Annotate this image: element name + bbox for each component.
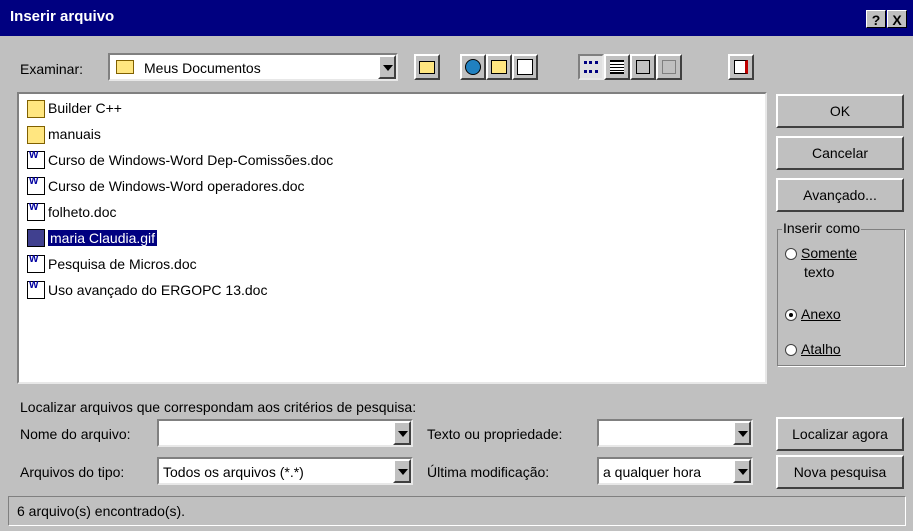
folder-icon	[116, 60, 134, 74]
look-in-favorites-button[interactable]	[486, 54, 512, 80]
up-folder-icon	[419, 60, 435, 74]
look-in-label: Examinar:	[20, 61, 84, 77]
list-item[interactable]: folheto.doc	[27, 200, 117, 224]
file-type-dropdown[interactable]: Todos os arquivos (*.*)	[157, 457, 413, 485]
word-doc-icon	[27, 202, 45, 221]
word-doc-icon	[27, 280, 45, 299]
title-bar: Inserir arquivo ? X	[0, 0, 913, 36]
details-view-button[interactable]	[604, 54, 630, 80]
last-modified-dropdown[interactable]: a qualquer hora	[597, 457, 753, 485]
file-name: Pesquisa de Micros.doc	[48, 256, 197, 272]
file-name: Curso de Windows-Word Dep-Comissões.doc	[48, 152, 334, 168]
last-modified-value: a qualquer hora	[603, 464, 702, 480]
help-button[interactable]: ?	[866, 10, 886, 28]
add-favorite-icon	[517, 59, 533, 75]
chevron-down-icon[interactable]	[378, 55, 396, 79]
radio-text-only-label-line2: texto	[804, 264, 835, 280]
up-one-level-button[interactable]	[414, 54, 440, 80]
radio-selected-icon	[785, 309, 797, 322]
file-name: Uso avançado do ERGOPC 13.doc	[48, 282, 268, 298]
radio-attachment-label: Anexo	[801, 306, 841, 322]
text-property-field[interactable]	[597, 419, 753, 447]
cancel-button[interactable]: Cancelar	[776, 136, 904, 170]
look-in-dropdown[interactable]: Meus Documentos	[108, 53, 398, 81]
file-name: Builder C++	[48, 100, 122, 116]
chevron-down-icon[interactable]	[733, 421, 751, 445]
list-view-icon	[584, 61, 598, 73]
list-item[interactable]: manuais	[27, 122, 101, 146]
chevron-down-icon[interactable]	[393, 459, 411, 483]
add-to-favorites-button[interactable]	[512, 54, 538, 80]
folder-icon	[27, 100, 45, 118]
list-item[interactable]: Curso de Windows-Word operadores.doc	[27, 174, 305, 198]
file-name-label: Nome do arquivo:	[20, 426, 131, 442]
advanced-button[interactable]: Avançado...	[776, 178, 904, 212]
status-bar: 6 arquivo(s) encontrado(s).	[8, 496, 906, 526]
last-modified-label: Última modificação:	[427, 464, 550, 480]
properties-view-icon	[636, 60, 650, 74]
list-item[interactable]: Curso de Windows-Word Dep-Comissões.doc	[27, 148, 333, 172]
list-item[interactable]: Builder C++	[27, 96, 122, 120]
word-doc-icon	[27, 254, 45, 273]
word-doc-icon	[27, 176, 45, 195]
file-name: Curso de Windows-Word operadores.doc	[48, 178, 305, 194]
file-name: maria Claudia.gif	[48, 230, 158, 246]
radio-shortcut-label: Atalho	[801, 341, 841, 357]
search-heading: Localizar arquivos que correspondam aos …	[20, 399, 417, 415]
radio-icon	[785, 344, 797, 357]
search-web-button[interactable]	[460, 54, 486, 80]
folder-icon	[27, 126, 45, 144]
commands-icon	[734, 60, 748, 74]
globe-icon	[465, 59, 481, 75]
list-item[interactable]: Uso avançado do ERGOPC 13.doc	[27, 278, 267, 302]
look-in-value: Meus Documentos	[144, 60, 261, 76]
details-view-icon	[610, 60, 624, 74]
file-name: manuais	[48, 126, 101, 142]
chevron-down-icon[interactable]	[393, 421, 411, 445]
insert-as-label: Inserir como	[782, 220, 862, 236]
radio-text-only[interactable]: Somente	[785, 245, 857, 261]
close-button[interactable]: X	[887, 10, 907, 28]
file-list[interactable]: Builder C++ manuais Curso de Windows-Wor…	[17, 92, 767, 384]
list-view-button[interactable]	[578, 54, 604, 80]
status-text: 6 arquivo(s) encontrado(s).	[17, 503, 186, 519]
find-now-button[interactable]: Localizar agora	[776, 417, 904, 451]
chevron-down-icon[interactable]	[733, 459, 751, 483]
radio-shortcut[interactable]: Atalho	[785, 341, 841, 357]
radio-icon	[785, 248, 797, 261]
properties-view-button[interactable]	[630, 54, 656, 80]
commands-settings-button[interactable]	[728, 54, 754, 80]
text-property-label: Texto ou propriedade:	[427, 426, 563, 442]
preview-view-button[interactable]	[656, 54, 682, 80]
radio-text-only-label: Somente	[801, 245, 858, 261]
word-doc-icon	[27, 150, 45, 169]
favorites-folder-icon	[491, 60, 507, 74]
new-search-button[interactable]: Nova pesquisa	[776, 455, 904, 489]
list-item[interactable]: Pesquisa de Micros.doc	[27, 252, 197, 276]
window-title: Inserir arquivo	[10, 8, 115, 25]
ok-button[interactable]: OK	[776, 94, 904, 128]
file-type-value: Todos os arquivos (*.*)	[163, 464, 304, 480]
radio-attachment[interactable]: Anexo	[785, 306, 841, 322]
image-file-icon	[27, 229, 45, 247]
file-type-label: Arquivos do tipo:	[20, 464, 125, 480]
file-name: folheto.doc	[48, 204, 117, 220]
preview-view-icon	[662, 60, 676, 74]
list-item-selected[interactable]: maria Claudia.gif	[27, 226, 158, 250]
file-name-field[interactable]	[157, 419, 413, 447]
